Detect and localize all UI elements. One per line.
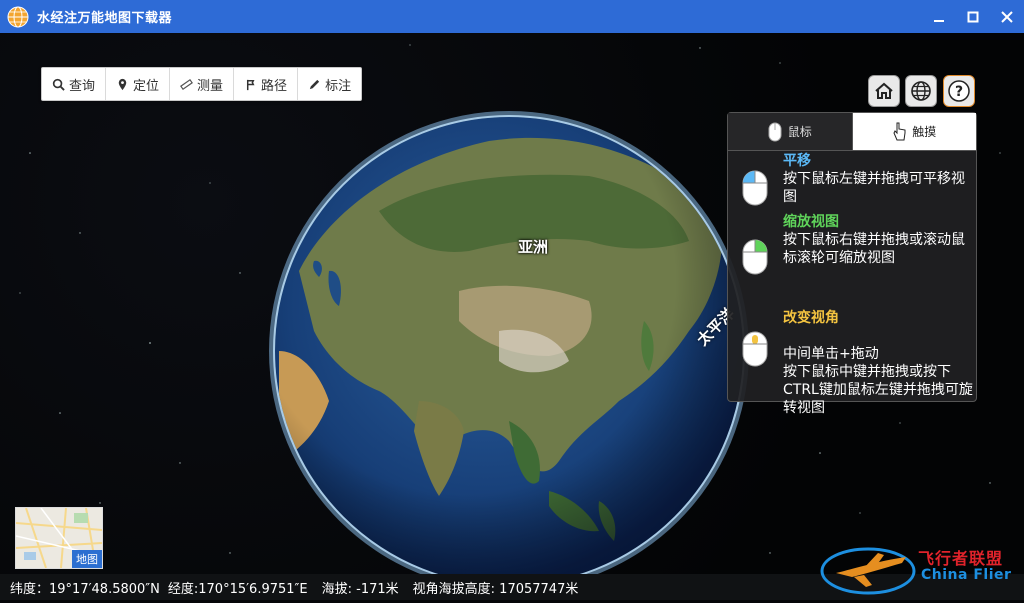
annotate-label: 标注 [325, 78, 352, 94]
hand-pointer-icon [893, 122, 906, 140]
query-label: 查询 [69, 78, 96, 94]
help-section-rotate: 改变视角 中间单击+拖动 按下鼠标中键并拖拽或按下CTRL键加鼠标左键并拖拽可旋… [728, 293, 976, 416]
help-rotate-title: 改变视角 [783, 310, 839, 326]
mouse-right-click-icon [742, 239, 768, 275]
close-button[interactable] [990, 0, 1024, 33]
question-mark-icon: ? [948, 80, 970, 102]
tab-mouse-label: 鼠标 [787, 125, 812, 139]
route-button[interactable]: 路径 [234, 68, 299, 100]
home-icon [875, 82, 893, 99]
map-label-asia: 亚洲 [518, 238, 549, 256]
route-label: 路径 [261, 78, 288, 94]
watermark-english-text: China Flier [921, 567, 1012, 583]
globe-icon [911, 81, 931, 101]
tab-touch-label: 触摸 [912, 125, 937, 139]
title-bar: 水经注万能地图下载器 [0, 0, 1024, 33]
longitude-readout: 经度:170°15′6.9751″E [167, 581, 308, 597]
minimap-thumbnail[interactable]: 地图 [15, 507, 103, 569]
mouse-icon [768, 122, 782, 141]
map-viewport[interactable]: 亚洲 太平洋 查询 定位 测量 路径 标注 ? 鼠标 触摸 平移 按下鼠标左键并… [0, 33, 1024, 600]
help-pan-text: 按下鼠标左键并拖拽可平移视图 [783, 171, 965, 205]
route-icon [247, 79, 255, 90]
home-button[interactable] [868, 75, 900, 107]
help-button[interactable]: ? [943, 75, 975, 107]
latitude-readout: 纬度：19°17′48.5800″N [10, 581, 160, 597]
close-icon [1001, 10, 1013, 23]
minimap-label: 地图 [72, 550, 102, 568]
china-flier-watermark: 飞行者联盟 China Flier [818, 539, 1023, 599]
minimize-icon [934, 19, 944, 22]
help-zoom-title: 缩放视图 [783, 214, 839, 230]
query-button[interactable]: 查询 [42, 68, 107, 100]
navigation-help-panel: 鼠标 触摸 平移 按下鼠标左键并拖拽可平移视图 缩放视图 按下鼠标右键并拖拽或滚… [727, 112, 977, 416]
ruler-icon [180, 78, 194, 90]
maximize-button[interactable] [956, 0, 990, 33]
window-controls [922, 0, 1024, 33]
minimize-button[interactable] [922, 0, 956, 33]
help-section-pan: 平移 按下鼠标左键并拖拽可平移视图 [728, 150, 976, 210]
locate-button[interactable]: 定位 [106, 68, 171, 100]
app-globe-icon [7, 6, 29, 27]
map-toolbar: 查询 定位 测量 路径 标注 [41, 67, 363, 101]
watermark-chinese-text: 飞行者联盟 [918, 549, 1004, 568]
mouse-middle-click-icon [742, 331, 768, 367]
measure-label: 测量 [197, 78, 224, 94]
help-section-zoom: 缩放视图 按下鼠标右键并拖拽或滚动鼠标滚轮可缩放视图 [728, 213, 976, 293]
help-rotate-text: 中间单击+拖动 按下鼠标中键并拖拽或按下CTRL键加鼠标左键并拖拽可旋转视图 [783, 346, 973, 416]
globe-view-button[interactable] [905, 75, 937, 107]
search-icon [52, 78, 65, 91]
maximize-icon [967, 11, 979, 22]
tab-mouse[interactable]: 鼠标 [728, 113, 853, 150]
help-pan-title: 平移 [783, 153, 811, 169]
tab-touch[interactable]: 触摸 [852, 113, 976, 150]
airplane-logo-icon [820, 547, 916, 595]
window-title: 水经注万能地图下载器 [37, 11, 173, 26]
pencil-icon [309, 79, 320, 89]
view-height-readout: 视角海拔高度: 17057747米 [412, 581, 579, 597]
location-pin-icon [118, 78, 127, 90]
help-zoom-text: 按下鼠标右键并拖拽或滚动鼠标滚轮可缩放视图 [783, 232, 965, 266]
earth-globe[interactable] [259, 101, 759, 600]
altitude-readout: 海拔: -171米 [321, 581, 399, 597]
measure-button[interactable]: 测量 [170, 68, 235, 100]
locate-label: 定位 [133, 78, 160, 94]
mouse-left-click-icon [742, 170, 768, 206]
svg-text:?: ? [955, 84, 963, 100]
help-tabs: 鼠标 触摸 [728, 113, 976, 151]
annotate-button[interactable]: 标注 [298, 68, 361, 100]
